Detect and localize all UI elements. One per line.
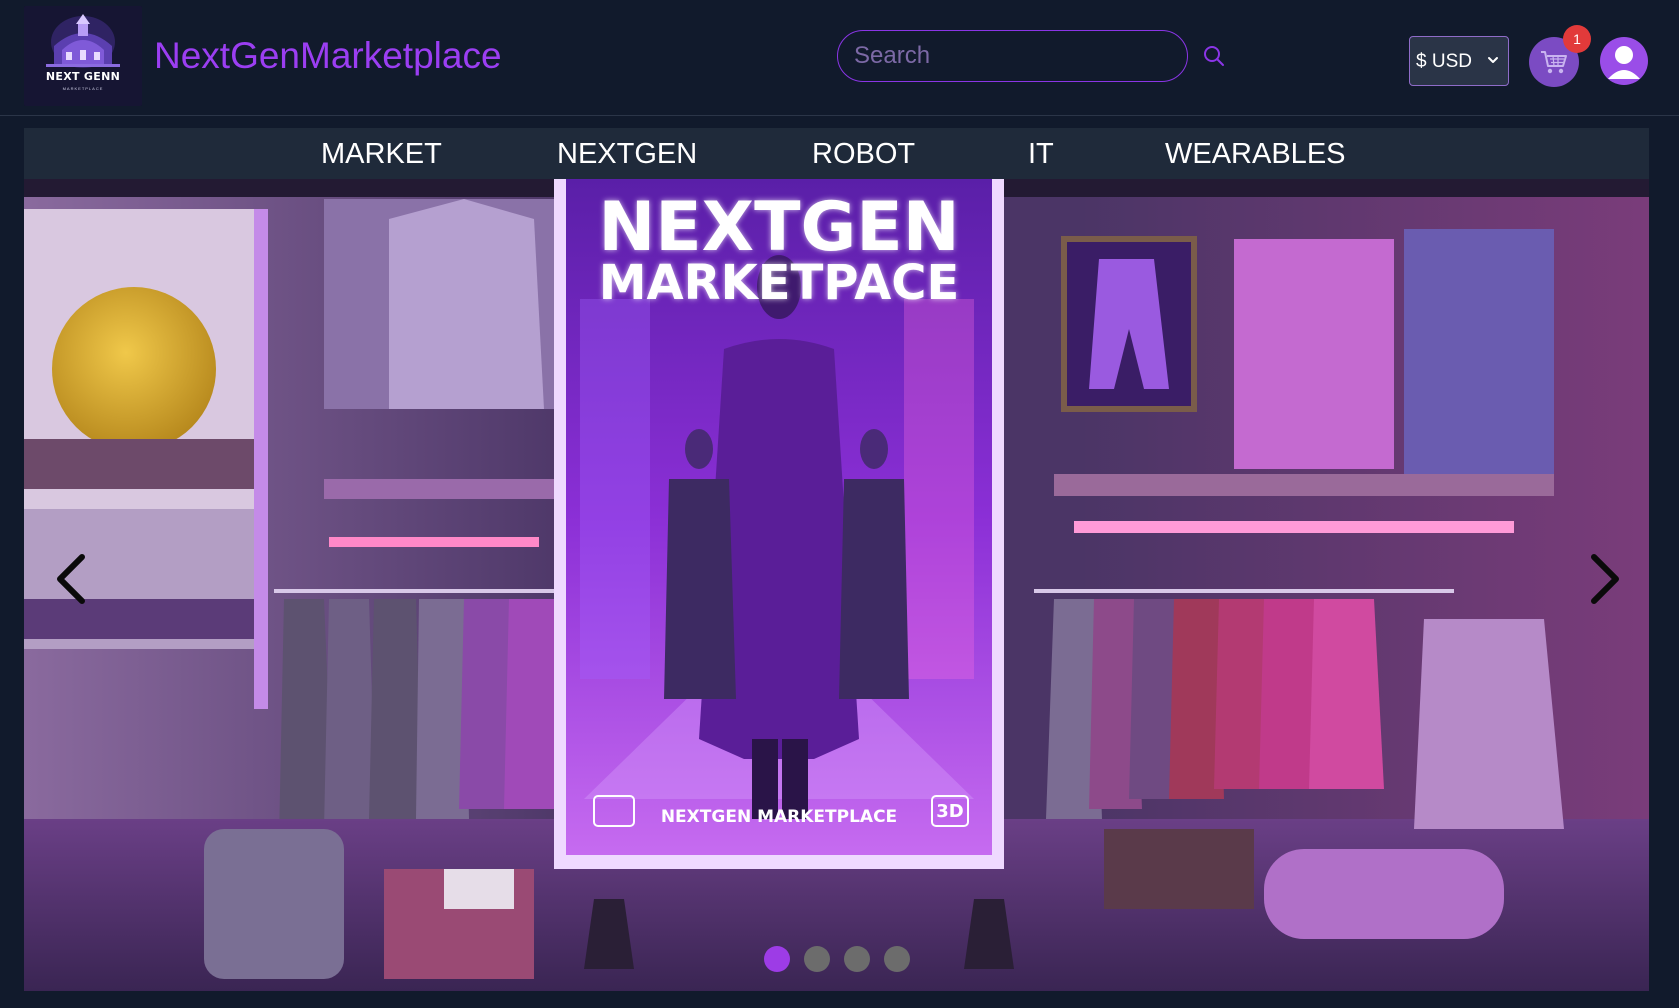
carousel-dot-4[interactable] [884,946,910,972]
logo-text: NEXT GENN [45,70,121,83]
user-icon [1608,46,1640,79]
currency-selected-value: $ USD [1416,51,1472,72]
shopping-cart-icon [1541,51,1567,74]
user-account-button[interactable] [1600,37,1648,85]
site-header: NEXT GENN MARKETPLACE NextGenMarketplace… [0,0,1679,116]
carousel-dot-1[interactable] [764,946,790,972]
carousel-dot-3[interactable] [844,946,870,972]
logo-subtext: MARKETPLACE [62,86,104,91]
search-icon [1204,46,1224,66]
chevron-down-icon [1488,57,1498,63]
carousel-prev-button[interactable] [50,549,94,609]
hero-carousel: NEXTGEN MARKETPACE NEXTGEN MARKETPLACE 3… [24,179,1649,991]
nav-item-nextgen[interactable]: NEXTGEN [557,138,697,170]
poster-title-line1: NEXTGEN [598,188,960,267]
main-nav: MARKET NEXTGEN ROBOT IT WEARABLES [24,128,1649,179]
chevron-right-icon [1591,554,1619,604]
nav-item-wearables[interactable]: WEARABLES [1165,138,1346,170]
nav-item-it[interactable]: IT [1028,138,1054,170]
currency-select[interactable]: $ USD [1409,36,1509,86]
logo-castle-icon [24,6,142,106]
carousel-next-button[interactable] [1582,549,1626,609]
chevron-left-icon [57,554,85,604]
brand-name[interactable]: NextGenMarketplace [154,34,502,78]
carousel-indicators [764,946,944,976]
poster-title-line2: MARKETPACE [598,255,960,311]
nav-item-market[interactable]: MARKET [321,138,442,170]
cart-count-badge: 1 [1563,25,1591,53]
search-button[interactable] [1202,44,1226,68]
search-input[interactable] [837,30,1188,82]
site-logo[interactable]: NEXT GENN MARKETPLACE [24,6,142,106]
nav-item-robot[interactable]: ROBOT [812,138,915,170]
carousel-dot-2[interactable] [804,946,830,972]
poster-3d-badge: 3D [936,801,964,822]
